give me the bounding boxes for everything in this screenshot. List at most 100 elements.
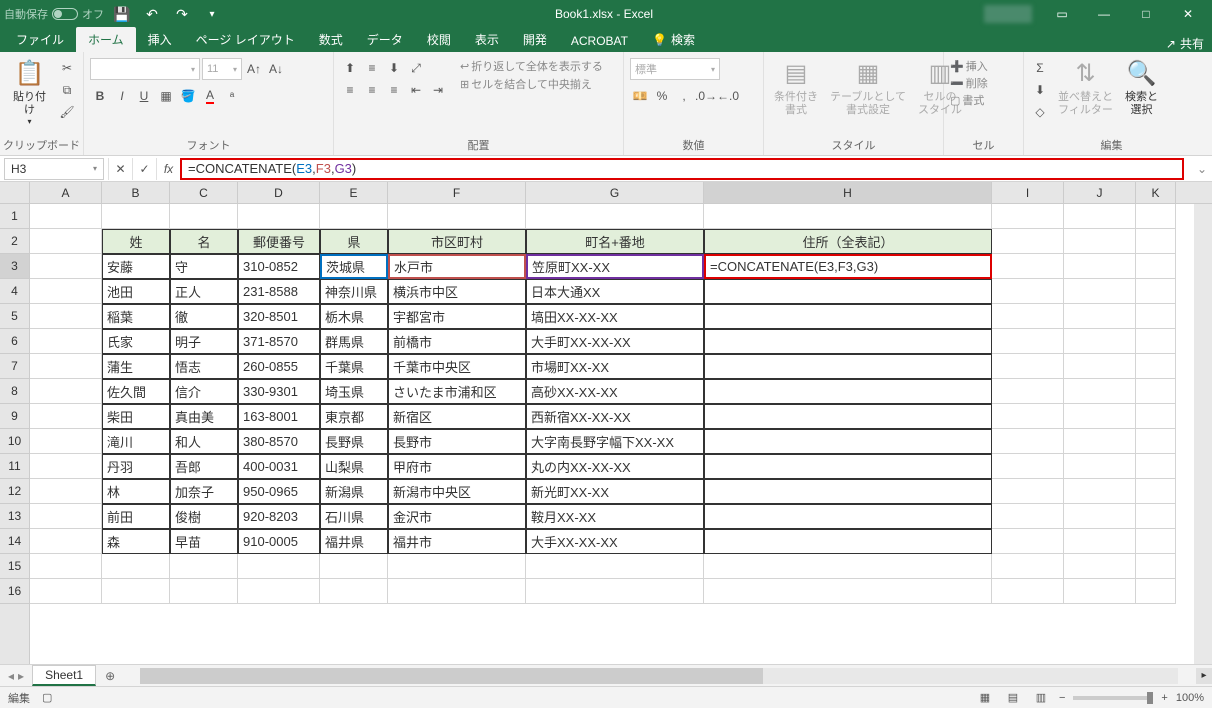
- cell-B3[interactable]: 安藤: [102, 254, 170, 279]
- row-header-2[interactable]: 2: [0, 229, 29, 254]
- cell-G7[interactable]: 市場町XX-XX: [526, 354, 704, 379]
- share-button[interactable]: 共有: [1180, 35, 1204, 52]
- cell-I4[interactable]: [992, 279, 1064, 304]
- cell-C2[interactable]: 名: [170, 229, 238, 254]
- cell-F14[interactable]: 福井市: [388, 529, 526, 554]
- cell-C5[interactable]: 徹: [170, 304, 238, 329]
- col-header-J[interactable]: J: [1064, 182, 1136, 203]
- format-painter-icon[interactable]: 🖌: [57, 102, 77, 122]
- cell-G1[interactable]: [526, 204, 704, 229]
- cell-A14[interactable]: [30, 529, 102, 554]
- cell-E13[interactable]: 石川県: [320, 504, 388, 529]
- cell-I12[interactable]: [992, 479, 1064, 504]
- cell-H1[interactable]: [704, 204, 992, 229]
- row-header-8[interactable]: 8: [0, 379, 29, 404]
- cell-D5[interactable]: 320-8501: [238, 304, 320, 329]
- cell-D6[interactable]: 371-8570: [238, 329, 320, 354]
- tab-developer[interactable]: 開発: [511, 27, 559, 52]
- cell-K13[interactable]: [1136, 504, 1176, 529]
- cell-H16[interactable]: [704, 579, 992, 604]
- cell-E16[interactable]: [320, 579, 388, 604]
- cell-K12[interactable]: [1136, 479, 1176, 504]
- page-layout-view-icon[interactable]: ▤: [1003, 690, 1023, 706]
- cell-G16[interactable]: [526, 579, 704, 604]
- tab-page-layout[interactable]: ページ レイアウト: [184, 27, 307, 52]
- cell-F13[interactable]: 金沢市: [388, 504, 526, 529]
- cell-I10[interactable]: [992, 429, 1064, 454]
- cell-D7[interactable]: 260-0855: [238, 354, 320, 379]
- cell-E2[interactable]: 県: [320, 229, 388, 254]
- cell-H15[interactable]: [704, 554, 992, 579]
- cell-I3[interactable]: [992, 254, 1064, 279]
- cell-F15[interactable]: [388, 554, 526, 579]
- cell-G9[interactable]: 西新宿XX-XX-XX: [526, 404, 704, 429]
- cell-F2[interactable]: 市区町村: [388, 229, 526, 254]
- cell-K6[interactable]: [1136, 329, 1176, 354]
- cell-J4[interactable]: [1064, 279, 1136, 304]
- tab-home[interactable]: ホーム: [76, 27, 136, 52]
- cell-C10[interactable]: 和人: [170, 429, 238, 454]
- cell-F9[interactable]: 新宿区: [388, 404, 526, 429]
- cell-J12[interactable]: [1064, 479, 1136, 504]
- zoom-out-icon[interactable]: −: [1059, 692, 1065, 704]
- cell-I8[interactable]: [992, 379, 1064, 404]
- autosave-toggle[interactable]: 自動保存 オフ: [4, 6, 104, 22]
- cell-B7[interactable]: 蒲生: [102, 354, 170, 379]
- currency-icon[interactable]: 💴: [630, 86, 650, 106]
- cell-E10[interactable]: 長野県: [320, 429, 388, 454]
- cell-C9[interactable]: 真由美: [170, 404, 238, 429]
- cell-J9[interactable]: [1064, 404, 1136, 429]
- cell-F3[interactable]: 水戸市: [388, 254, 526, 279]
- name-box[interactable]: H3 ▾: [4, 158, 104, 180]
- cell-E15[interactable]: [320, 554, 388, 579]
- cell-K14[interactable]: [1136, 529, 1176, 554]
- expand-formula-bar-icon[interactable]: ⌄: [1192, 162, 1212, 176]
- cell-C16[interactable]: [170, 579, 238, 604]
- col-header-G[interactable]: G: [526, 182, 704, 203]
- normal-view-icon[interactable]: ▦: [975, 690, 995, 706]
- autosum-icon[interactable]: Σ: [1030, 58, 1050, 78]
- sheet-tab-active[interactable]: Sheet1: [32, 665, 96, 686]
- cell-D2[interactable]: 郵便番号: [238, 229, 320, 254]
- cell-H9[interactable]: [704, 404, 992, 429]
- cancel-formula-icon[interactable]: ✕: [108, 158, 132, 180]
- cell-G10[interactable]: 大字南長野字幅下XX-XX: [526, 429, 704, 454]
- zoom-slider[interactable]: [1073, 696, 1153, 700]
- qat-more-icon[interactable]: ▾: [200, 2, 224, 26]
- cell-D16[interactable]: [238, 579, 320, 604]
- cell-C14[interactable]: 早苗: [170, 529, 238, 554]
- ribbon-options-icon[interactable]: ▭: [1042, 0, 1082, 28]
- tab-data[interactable]: データ: [355, 27, 415, 52]
- undo-icon[interactable]: ↶: [140, 2, 164, 26]
- border-icon[interactable]: ▦: [156, 86, 176, 106]
- italic-icon[interactable]: I: [112, 86, 132, 106]
- row-header-15[interactable]: 15: [0, 554, 29, 579]
- cell-F16[interactable]: [388, 579, 526, 604]
- col-header-E[interactable]: E: [320, 182, 388, 203]
- col-header-C[interactable]: C: [170, 182, 238, 203]
- cell-I5[interactable]: [992, 304, 1064, 329]
- wrap-text-button[interactable]: ↩折り返して全体を表示する: [460, 58, 603, 74]
- align-bottom-icon[interactable]: ⬇: [384, 58, 404, 78]
- cell-K15[interactable]: [1136, 554, 1176, 579]
- enter-formula-icon[interactable]: ✓: [132, 158, 156, 180]
- cell-J16[interactable]: [1064, 579, 1136, 604]
- cell-K7[interactable]: [1136, 354, 1176, 379]
- col-header-H[interactable]: H: [704, 182, 992, 203]
- cell-C6[interactable]: 明子: [170, 329, 238, 354]
- underline-icon[interactable]: U: [134, 86, 154, 106]
- cell-E6[interactable]: 群馬県: [320, 329, 388, 354]
- cell-A5[interactable]: [30, 304, 102, 329]
- cell-B8[interactable]: 佐久間: [102, 379, 170, 404]
- vertical-scrollbar[interactable]: [1194, 204, 1212, 664]
- cell-A16[interactable]: [30, 579, 102, 604]
- cell-D12[interactable]: 950-0965: [238, 479, 320, 504]
- cell-K10[interactable]: [1136, 429, 1176, 454]
- cell-I9[interactable]: [992, 404, 1064, 429]
- cell-B10[interactable]: 滝川: [102, 429, 170, 454]
- cell-K3[interactable]: [1136, 254, 1176, 279]
- align-right-icon[interactable]: ≡: [384, 80, 404, 100]
- cell-G12[interactable]: 新光町XX-XX: [526, 479, 704, 504]
- cell-H13[interactable]: [704, 504, 992, 529]
- cell-J2[interactable]: [1064, 229, 1136, 254]
